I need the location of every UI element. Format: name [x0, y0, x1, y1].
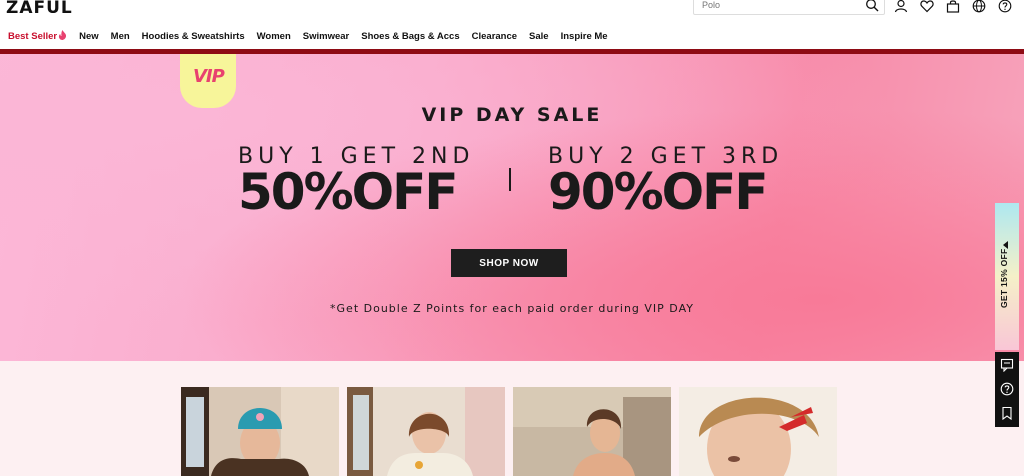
nav-men[interactable]: Men	[111, 31, 130, 42]
search-icon[interactable]	[865, 0, 879, 12]
offer-right-line2: 90%OFF	[548, 163, 769, 221]
user-icon[interactable]	[894, 0, 908, 13]
bag-icon[interactable]	[946, 0, 960, 13]
offer-right: BUY 2 GET 3RD 90%OFF	[548, 144, 783, 221]
vip-badge-text: VIP	[193, 66, 225, 87]
product-tile[interactable]	[679, 387, 837, 476]
product-image	[181, 387, 339, 476]
shop-now-button[interactable]: SHOP NOW	[451, 249, 567, 277]
vip-banner[interactable]: VIP VIP DAY SALE BUY 1 GET 2ND 50%OFF BU…	[0, 54, 1024, 361]
help-icon[interactable]	[1000, 382, 1014, 396]
nav-sale[interactable]: Sale	[529, 31, 549, 42]
banner-title: VIP DAY SALE	[421, 104, 603, 126]
side-tab-label: GET 15% OFF	[999, 248, 1009, 308]
nav-new[interactable]: New	[79, 31, 99, 42]
nav-shoes-bags[interactable]: Shoes & Bags & Accs	[361, 31, 459, 42]
heart-icon[interactable]	[920, 0, 934, 13]
product-image	[347, 387, 505, 476]
main-nav: Best Seller New Men Hoodies & Sweatshirt…	[0, 26, 620, 46]
vip-badge: VIP	[180, 54, 236, 108]
product-tile[interactable]	[347, 387, 505, 476]
chat-icon[interactable]	[1000, 358, 1014, 372]
offer-left: BUY 1 GET 2ND 50%OFF	[238, 144, 474, 221]
logo[interactable]: ZAFUL	[6, 0, 73, 18]
nav-clearance[interactable]: Clearance	[472, 31, 517, 42]
side-tools	[995, 352, 1019, 427]
product-image	[679, 387, 837, 476]
nav-hoodies[interactable]: Hoodies & Sweatshirts	[142, 31, 245, 42]
nav-swimwear[interactable]: Swimwear	[303, 31, 349, 42]
search-input[interactable]	[702, 0, 852, 12]
product-tile[interactable]	[181, 387, 339, 476]
product-strip	[0, 361, 1024, 476]
search-box[interactable]	[693, 0, 885, 15]
nav-women[interactable]: Women	[257, 31, 291, 42]
discount-side-tab[interactable]: GET 15% OFF	[995, 203, 1019, 350]
banner-note: *Get Double Z Points for each paid order…	[330, 302, 694, 315]
nav-best-seller[interactable]: Best Seller	[8, 30, 67, 42]
flame-icon	[59, 30, 67, 40]
product-tile[interactable]	[513, 387, 671, 476]
nav-inspire-me[interactable]: Inspire Me	[561, 31, 608, 42]
nav-best-seller-label: Best Seller	[8, 31, 58, 42]
help-icon[interactable]	[998, 0, 1012, 13]
offer-left-line2: 50%OFF	[238, 163, 459, 221]
bookmark-icon[interactable]	[1000, 406, 1014, 420]
globe-icon[interactable]	[972, 0, 986, 13]
product-image	[513, 387, 671, 476]
offer-divider	[509, 168, 511, 191]
